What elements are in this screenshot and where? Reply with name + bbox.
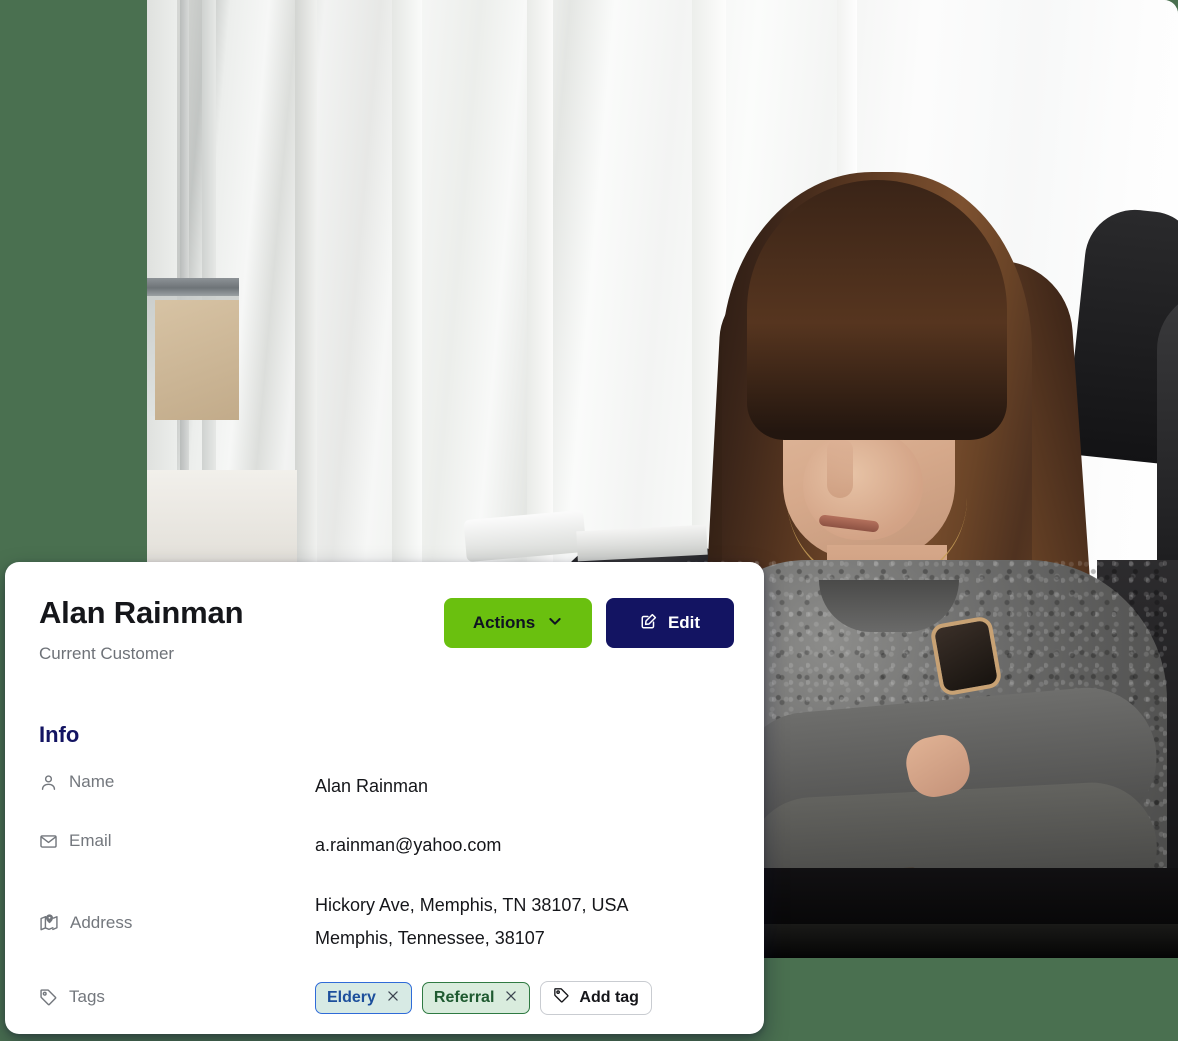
- info-label-email: Email: [39, 829, 315, 851]
- tag-icon: [553, 987, 570, 1009]
- info-value-email: a.rainman@yahoo.com: [315, 835, 502, 856]
- map-pin-icon: [39, 913, 59, 933]
- edit-button[interactable]: Edit: [606, 598, 734, 648]
- info-value-address: Hickory Ave, Memphis, TN 38107, USA Memp…: [315, 889, 628, 956]
- info-row-name: Name Alan Rainman: [39, 770, 764, 803]
- info-label-tags: Tags: [39, 981, 315, 1007]
- info-row-email: Email a.rainman@yahoo.com: [39, 829, 764, 862]
- info-section-title: Info: [39, 722, 80, 747]
- background-person: [1157, 290, 1178, 600]
- envelope-icon: [39, 832, 58, 851]
- edit-button-label: Edit: [667, 613, 701, 632]
- tag-icon: [39, 988, 58, 1007]
- add-tag-button[interactable]: Add tag: [540, 981, 652, 1016]
- info-label-text: Tags: [69, 987, 105, 1007]
- info-label-text: Address: [70, 912, 133, 932]
- add-tag-label: Add tag: [579, 989, 639, 1007]
- tag-chip-eldery[interactable]: Eldery: [315, 982, 412, 1015]
- tag-chip-label: Eldery: [327, 989, 376, 1007]
- person-icon: [39, 773, 58, 792]
- hair-bangs: [747, 180, 1007, 440]
- info-label-text: Email: [69, 831, 112, 851]
- tag-chip-referral[interactable]: Referral: [421, 982, 531, 1015]
- card-header: Alan Rainman Current Customer Actions Ed…: [39, 595, 764, 692]
- info-list: Name Alan Rainman Email a.rainman@yahoo.…: [39, 770, 764, 1016]
- info-row-address: Address Hickory Ave, Memphis, TN 38107, …: [39, 889, 764, 956]
- header-action-buttons: Actions Edit: [444, 598, 734, 648]
- wristwatch: [929, 615, 1003, 697]
- address-line-2: Memphis, Tennessee, 38107: [315, 927, 545, 948]
- address-line-1: Hickory Ave, Memphis, TN 38107, USA: [315, 894, 629, 915]
- edit-pencil-icon: [640, 612, 658, 635]
- info-value-name: Alan Rainman: [315, 776, 429, 796]
- metal-rail: [147, 278, 239, 296]
- actions-button-label: Actions: [472, 613, 536, 632]
- info-label-text: Name: [69, 772, 115, 791]
- cardboard-box: [155, 300, 239, 420]
- close-icon[interactable]: [504, 989, 518, 1008]
- customer-detail-card: Alan Rainman Current Customer Actions Ed…: [5, 562, 764, 1034]
- tag-list: Eldery Referral Add tag: [315, 981, 652, 1016]
- close-icon[interactable]: [386, 989, 400, 1008]
- tag-chip-label: Referral: [433, 989, 495, 1007]
- chevron-down-icon: [547, 613, 563, 634]
- actions-button[interactable]: Actions: [444, 598, 592, 648]
- info-row-tags: Tags Eldery Referral Add tag: [39, 981, 764, 1016]
- info-label-address: Address: [39, 889, 315, 933]
- info-label-name: Name: [39, 770, 315, 792]
